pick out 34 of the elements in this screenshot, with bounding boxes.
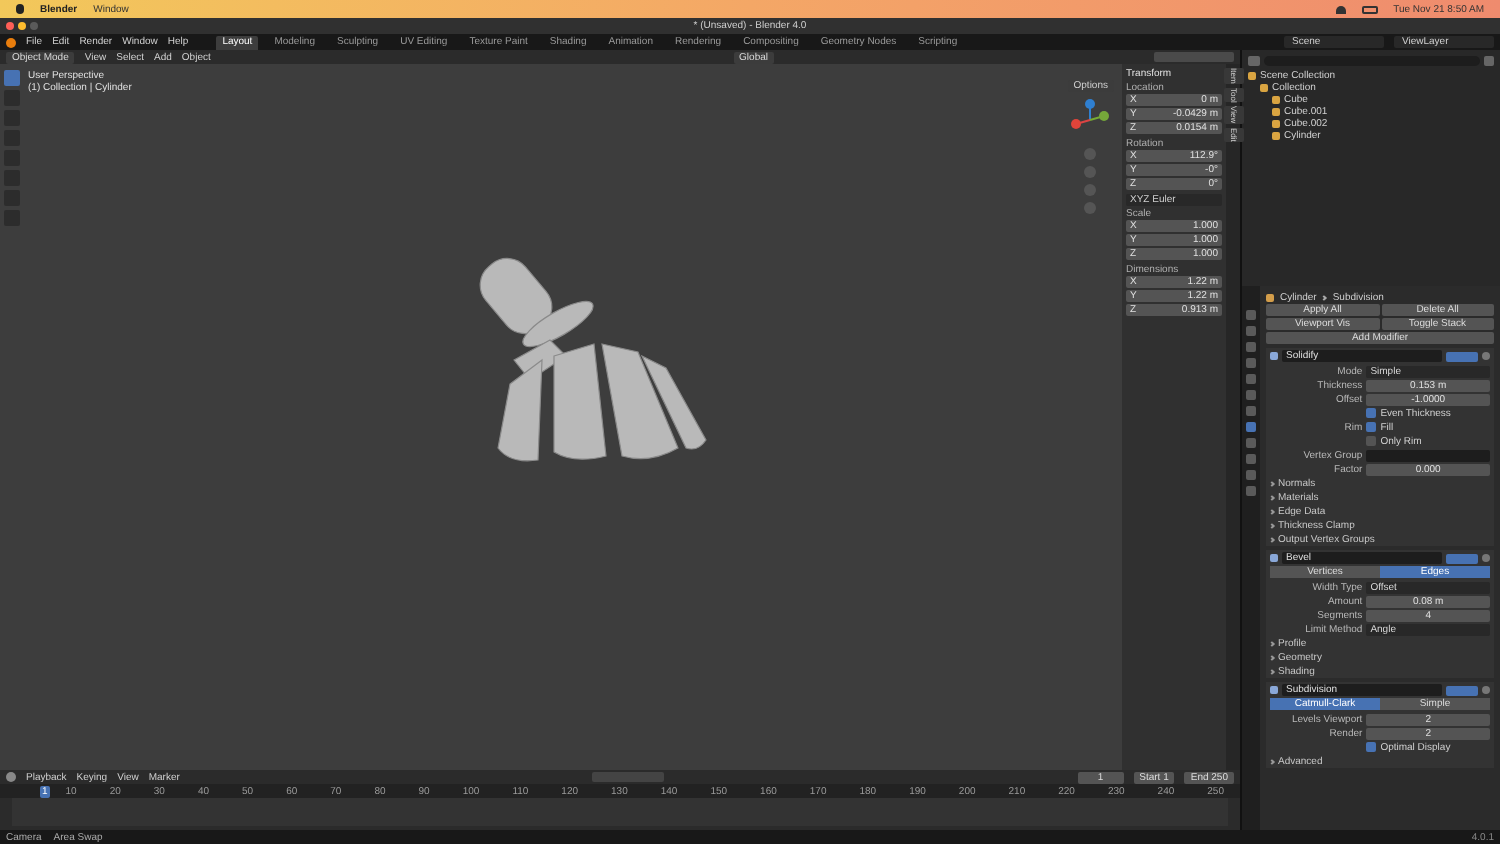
modifier-icon [1270,554,1278,562]
maximize-icon[interactable] [30,22,38,30]
close-icon[interactable] [6,22,14,30]
editor-type-icon[interactable] [1248,56,1260,66]
expand-arrow-icon[interactable] [1269,508,1275,514]
expand-arrow-icon[interactable] [1269,480,1275,486]
close-icon[interactable] [1482,554,1490,562]
visibility-toggles[interactable] [1446,685,1478,695]
checkbox[interactable] [1366,422,1377,432]
modifier-icon [1270,686,1278,694]
visibility-toggles[interactable] [1446,351,1478,361]
tool-button[interactable] [4,70,20,86]
object-icon [1266,293,1274,301]
filter-icon[interactable] [1484,56,1494,66]
input-field[interactable] [1366,449,1490,461]
expand-arrow-icon[interactable] [1269,654,1275,660]
modifier-icon [1270,352,1278,360]
checkbox[interactable] [1366,436,1377,446]
battery-icon[interactable] [1361,5,1378,13]
close-icon[interactable] [1482,686,1490,694]
minimize-icon[interactable] [18,22,26,30]
expand-arrow-icon[interactable] [1269,522,1275,528]
checkbox[interactable] [1366,408,1377,418]
playback-controls[interactable] [592,772,665,782]
close-icon[interactable] [1482,352,1490,360]
expand-arrow-icon[interactable] [1269,494,1275,500]
expand-arrow-icon[interactable] [1269,668,1275,674]
expand-arrow-icon[interactable] [1269,536,1275,542]
expand-arrow-icon[interactable] [1269,758,1275,764]
visibility-toggles[interactable] [1446,553,1478,563]
chevron-icon [1321,294,1328,300]
clock-icon[interactable] [6,772,16,782]
expand-arrow-icon[interactable] [1269,640,1275,646]
checkbox[interactable] [1366,742,1377,752]
